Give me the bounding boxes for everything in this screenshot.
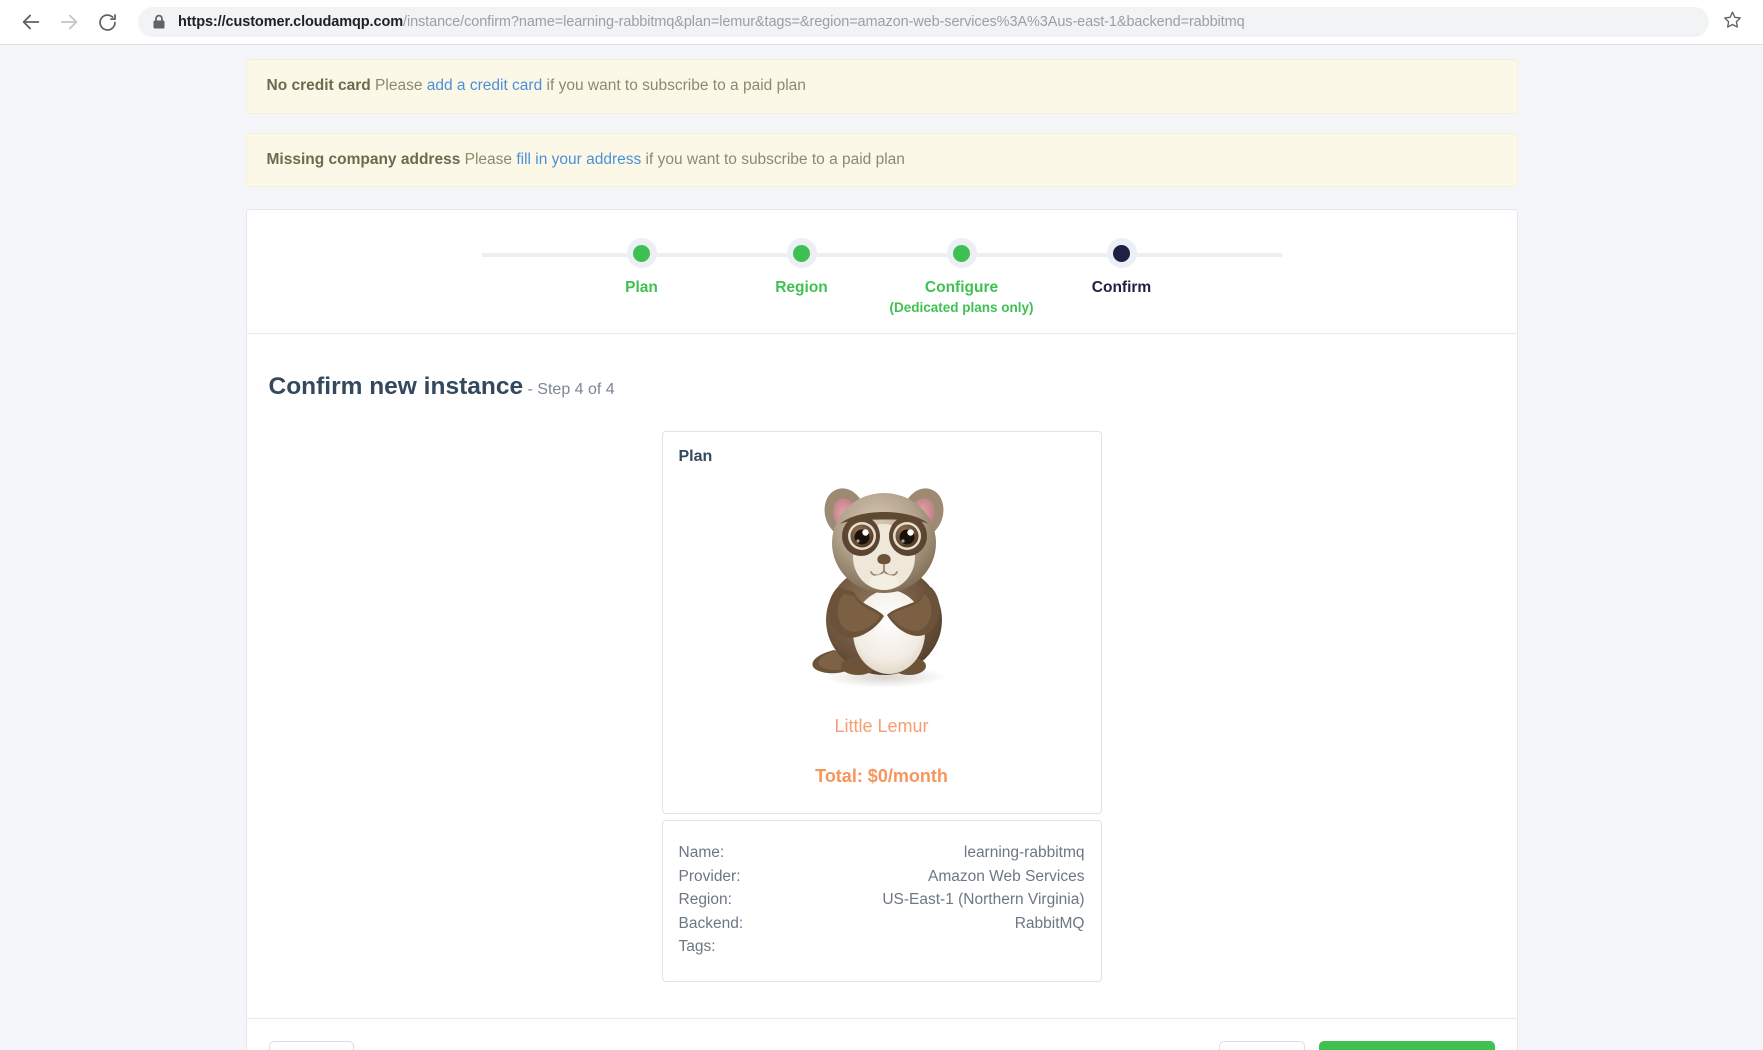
page-title-step: - Step 4 of 4 bbox=[523, 381, 615, 398]
footer-actions: Cancel Create instance✔ bbox=[1219, 1041, 1495, 1050]
detail-key: Tags: bbox=[679, 935, 716, 959]
detail-value: Amazon Web Services bbox=[928, 865, 1085, 889]
detail-value: learning-rabbitmq bbox=[964, 841, 1085, 865]
url-path: /instance/confirm?name=learning-rabbitmq… bbox=[403, 14, 1245, 30]
arrow-right-icon bbox=[58, 11, 80, 33]
page-title-main: Confirm new instance bbox=[269, 373, 524, 400]
content-container: No credit card Please add a credit card … bbox=[246, 45, 1518, 1050]
forward-button[interactable] bbox=[52, 5, 86, 39]
address-bar[interactable]: https://customer.cloudamqp.com/instance/… bbox=[138, 7, 1709, 37]
lock-icon bbox=[152, 14, 166, 30]
alert-before: Please bbox=[460, 151, 516, 168]
plan-image bbox=[679, 470, 1085, 702]
step-dot-plan bbox=[627, 238, 657, 268]
step-connector bbox=[482, 253, 642, 257]
back-button[interactable]: « Back bbox=[269, 1041, 354, 1050]
step-plan[interactable]: Plan bbox=[562, 238, 722, 297]
step-dot-configure bbox=[947, 238, 977, 268]
step-label-region: Region bbox=[722, 278, 882, 297]
detail-key: Backend: bbox=[679, 912, 744, 936]
panel-footer: « Back Cancel Create instance✔ bbox=[247, 1018, 1517, 1050]
plan-card-title: Plan bbox=[679, 448, 1085, 466]
step-indicator: Plan Region Configure (Dedicated plans o… bbox=[247, 210, 1517, 333]
step-sublabel-configure: (Dedicated plans only) bbox=[882, 300, 1042, 315]
alert-after: if you want to subscribe to a paid plan bbox=[542, 77, 806, 94]
alert-no-credit-card: No credit card Please add a credit card … bbox=[246, 59, 1518, 114]
panel-content: Confirm new instance - Step 4 of 4 Plan bbox=[247, 334, 1517, 1018]
browser-toolbar: https://customer.cloudamqp.com/instance/… bbox=[0, 0, 1763, 45]
step-configure[interactable]: Configure (Dedicated plans only) bbox=[882, 238, 1042, 314]
url-text: https://customer.cloudamqp.com/instance/… bbox=[178, 14, 1245, 30]
alert-missing-address: Missing company address Please fill in y… bbox=[246, 133, 1518, 188]
add-credit-card-link[interactable]: add a credit card bbox=[427, 77, 542, 94]
alert-before: Please bbox=[371, 77, 427, 94]
star-icon bbox=[1723, 10, 1742, 34]
confirm-panel: Plan Region Configure (Dedicated plans o… bbox=[246, 209, 1518, 1050]
step-label-plan: Plan bbox=[562, 278, 722, 297]
step-region[interactable]: Region bbox=[722, 238, 882, 297]
plan-price: Total: $0/month bbox=[679, 766, 1085, 787]
little-lemur-illustration-icon bbox=[788, 474, 976, 697]
detail-row-backend: Backend: RabbitMQ bbox=[679, 912, 1085, 936]
detail-row-tags: Tags: bbox=[679, 935, 1085, 959]
detail-value: RabbitMQ bbox=[1015, 912, 1085, 936]
detail-key: Name: bbox=[679, 841, 725, 865]
cancel-button[interactable]: Cancel bbox=[1219, 1041, 1305, 1050]
detail-row-provider: Provider: Amazon Web Services bbox=[679, 865, 1085, 889]
alert-strong: No credit card bbox=[267, 77, 371, 94]
page-body: No credit card Please add a credit card … bbox=[0, 45, 1763, 1050]
reload-icon bbox=[97, 12, 118, 33]
create-instance-button[interactable]: Create instance✔ bbox=[1319, 1041, 1494, 1050]
step-confirm[interactable]: Confirm bbox=[1042, 238, 1202, 297]
detail-row-name: Name: learning-rabbitmq bbox=[679, 841, 1085, 865]
page-title: Confirm new instance - Step 4 of 4 bbox=[269, 372, 1495, 401]
back-button[interactable] bbox=[14, 5, 48, 39]
step-dot-region bbox=[787, 238, 817, 268]
bookmark-button[interactable] bbox=[1715, 5, 1749, 39]
fill-in-address-link[interactable]: fill in your address bbox=[516, 151, 641, 168]
arrow-left-icon bbox=[20, 11, 42, 33]
url-host: https://customer.cloudamqp.com bbox=[178, 14, 403, 30]
alert-strong: Missing company address bbox=[267, 151, 461, 168]
detail-key: Region: bbox=[679, 888, 732, 912]
summary-cards: Plan bbox=[662, 431, 1102, 982]
step-label-confirm: Confirm bbox=[1042, 278, 1202, 297]
alert-after: if you want to subscribe to a paid plan bbox=[641, 151, 905, 168]
step-dot-confirm bbox=[1107, 238, 1137, 268]
step-connector bbox=[1122, 253, 1282, 257]
instance-details-card: Name: learning-rabbitmq Provider: Amazon… bbox=[662, 820, 1102, 982]
detail-key: Provider: bbox=[679, 865, 741, 889]
detail-value: US-East-1 (Northern Virginia) bbox=[882, 888, 1084, 912]
reload-button[interactable] bbox=[90, 5, 124, 39]
detail-row-region: Region: US-East-1 (Northern Virginia) bbox=[679, 888, 1085, 912]
plan-name: Little Lemur bbox=[679, 716, 1085, 737]
plan-card: Plan bbox=[662, 431, 1102, 814]
step-label-configure: Configure bbox=[882, 278, 1042, 297]
